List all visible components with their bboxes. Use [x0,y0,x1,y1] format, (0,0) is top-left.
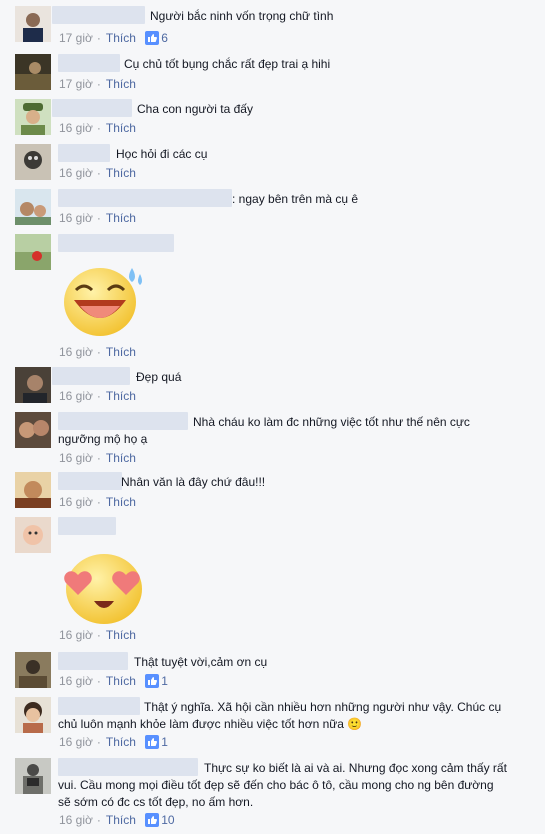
avatar[interactable] [15,99,51,135]
comment-meta: 16 giờ · Thích [59,166,136,180]
comment-time[interactable]: 16 giờ [59,345,93,359]
like-link[interactable]: Thích [106,121,136,135]
like-thumb-icon [145,735,160,749]
like-link[interactable]: Thích [106,813,136,827]
comment-meta: 16 giờ · Thích 1 [59,735,168,749]
like-count[interactable]: 6 [161,31,168,45]
commenter-name-redacted[interactable] [58,517,116,535]
like-count[interactable]: 10 [161,813,174,827]
avatar[interactable] [15,517,51,553]
like-link[interactable]: Thích [106,495,136,509]
like-link[interactable]: Thích [106,211,136,225]
commenter-name-redacted[interactable] [58,189,232,207]
avatar[interactable] [15,758,51,794]
like-link[interactable]: Thích [106,345,136,359]
like-thumb-icon [145,31,160,45]
like-link[interactable]: Thích [106,451,136,465]
avatar[interactable] [15,697,51,733]
comment-text: Cha con người ta đấy [137,102,253,116]
commenter-name-redacted[interactable] [58,234,174,252]
heart-eyes-sticker [60,547,150,627]
comment-text: : ngay bên trên mà cụ ê [232,192,359,206]
commenter-name-redacted[interactable] [58,54,120,72]
comment-meta: 16 giờ · Thích [59,628,136,642]
comment-text: Nhà cháu ko làm đc những việc tốt như th… [58,415,470,446]
comment-time[interactable]: 16 giờ [59,735,93,749]
avatar[interactable] [15,54,51,90]
comment-time[interactable]: 16 giờ [59,674,93,688]
comment-time[interactable]: 17 giờ [59,31,93,45]
avatar[interactable] [15,234,51,270]
avatar[interactable] [15,472,51,508]
comment-meta: 16 giờ · Thích [59,389,136,403]
like-link[interactable]: Thích [106,735,136,749]
comment-meta: 16 giờ · Thích 1 [59,674,168,688]
comment-meta: 16 giờ · Thích [59,345,136,359]
comment-time[interactable]: 16 giờ [59,121,93,135]
comment-time[interactable]: 17 giờ [59,77,93,91]
comment-thread: { "like_label": "Thích", "comments": [ {… [0,0,545,834]
avatar[interactable] [15,652,51,688]
laughing-face-sticker [60,260,150,340]
comment-text: Thật tuyệt vời,cảm ơn cụ [134,655,268,669]
like-link[interactable]: Thích [106,674,136,688]
comment-meta: 16 giờ · Thích [59,451,136,465]
like-link[interactable]: Thích [106,77,136,91]
comment-meta: 16 giờ · Thích [59,495,136,509]
like-count[interactable]: 1 [161,735,168,749]
like-link[interactable]: Thích [106,31,136,45]
comment-meta: 16 giờ · Thích [59,121,136,135]
commenter-name-redacted[interactable] [52,367,130,385]
like-thumb-icon [145,674,160,688]
like-link[interactable]: Thích [106,389,136,403]
avatar[interactable] [15,189,51,225]
comment-text: Đẹp quá [136,370,182,384]
comment-time[interactable]: 16 giờ [59,495,93,509]
commenter-name-redacted[interactable] [52,99,132,117]
avatar[interactable] [15,367,51,403]
avatar[interactable] [15,144,51,180]
comment-time[interactable]: 16 giờ [59,628,93,642]
avatar[interactable] [15,412,51,448]
like-link[interactable]: Thích [106,628,136,642]
comment-text: Thực sự ko biết là ai và ai. Nhưng đọc x… [58,761,507,809]
comment-text: Người bắc ninh vốn trọng chữ tình [150,9,334,23]
commenter-name-redacted[interactable] [58,472,122,490]
like-link[interactable]: Thích [106,166,136,180]
avatar[interactable] [15,6,51,42]
comment-meta: 17 giờ · Thích 6 [59,31,168,45]
comment-text: Cụ chủ tốt bụng chắc rất đẹp trai ạ hihi [124,57,331,71]
comment-meta: 16 giờ · Thích 10 [59,813,175,827]
commenter-name-redacted[interactable] [52,6,145,24]
comment-text: Thật ý nghĩa. Xã hội cần nhiều hơn những… [58,700,502,731]
comment-time[interactable]: 16 giờ [59,211,93,225]
comment-text: Học hỏi đi các cụ [116,147,208,161]
comment-time[interactable]: 16 giờ [59,451,93,465]
comment-meta: 16 giờ · Thích [59,211,136,225]
comment-time[interactable]: 16 giờ [59,813,93,827]
comment-meta: 17 giờ · Thích [59,77,136,91]
comment-text: Nhân văn là đây chứ đâu!!! [121,475,266,489]
commenter-name-redacted[interactable] [58,652,128,670]
like-count[interactable]: 1 [161,674,168,688]
commenter-name-redacted[interactable] [58,144,110,162]
comment-time[interactable]: 16 giờ [59,166,93,180]
like-thumb-icon [145,813,160,827]
comment-time[interactable]: 16 giờ [59,389,93,403]
